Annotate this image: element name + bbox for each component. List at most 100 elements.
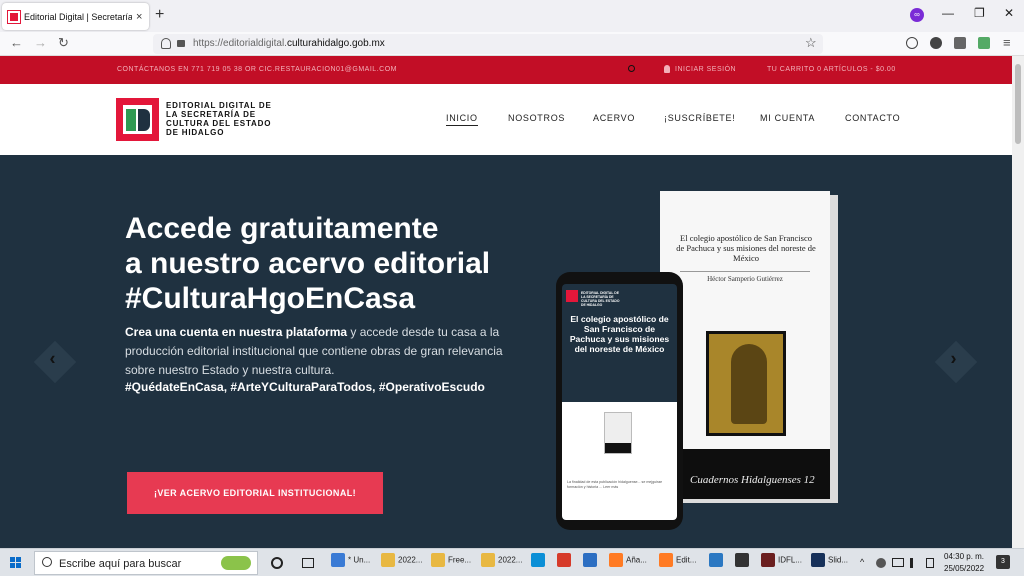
- windows-start-icon[interactable]: [10, 557, 22, 569]
- taskbar-app-4[interactable]: [531, 553, 548, 573]
- taskbar-app-12[interactable]: Slid...: [811, 553, 848, 573]
- nav-acervo[interactable]: ACERVO: [593, 113, 635, 123]
- app-icon: [659, 553, 673, 567]
- user-icon: [664, 65, 670, 73]
- app-icon: [557, 553, 571, 567]
- shield-icon[interactable]: [161, 38, 171, 49]
- browser-nav-bar: ← → ↻ https://editorialdigital.culturahi…: [0, 32, 1024, 56]
- phone-book-thumbnail: [604, 412, 632, 454]
- taskbar-app-9[interactable]: [709, 553, 726, 573]
- app-icon: [609, 553, 623, 567]
- taskbar-app-6[interactable]: [583, 553, 600, 573]
- task-view-icon[interactable]: [302, 558, 314, 568]
- app-icon: [761, 553, 775, 567]
- site-logo[interactable]: [116, 98, 159, 141]
- taskbar-app-0[interactable]: * Un...: [331, 553, 370, 573]
- search-icon: [42, 557, 52, 567]
- network-icon[interactable]: [892, 558, 904, 567]
- app-label: IDFL...: [778, 555, 803, 565]
- notification-icon[interactable]: 3: [996, 555, 1010, 569]
- new-tab-button[interactable]: +: [155, 6, 164, 24]
- minimize-button[interactable]: —: [942, 6, 954, 20]
- app-icon: [381, 553, 395, 567]
- search-icon[interactable]: [628, 65, 635, 72]
- app-label: Edit...: [676, 555, 697, 565]
- addon-icon[interactable]: [978, 37, 990, 49]
- clock-time: 04:30 p. m.: [944, 552, 985, 561]
- login-link[interactable]: INICIAR SESIÓN: [675, 66, 736, 73]
- forward-button[interactable]: →: [34, 35, 47, 50]
- cart-link[interactable]: TU CARRITO 0 ARTÍCULOS - $0.00: [767, 66, 896, 73]
- restore-button[interactable]: ❐: [974, 6, 985, 20]
- pen-icon[interactable]: [926, 558, 934, 568]
- app-label: 2022...: [498, 555, 523, 565]
- nav-inicio[interactable]: INICIO: [446, 113, 478, 126]
- app-icon: [481, 553, 495, 567]
- taskbar-app-11[interactable]: IDFL...: [761, 553, 802, 573]
- nav-contacto[interactable]: CONTACTO: [845, 113, 900, 123]
- phone-logo-text: EDITORIAL DIGITAL DE LA SECRETARÍA DE CU…: [581, 291, 620, 307]
- search-highlight-icon: [221, 556, 251, 570]
- bookmark-star-icon[interactable]: ☆: [805, 35, 817, 51]
- tab-title: Editorial Digital | Secretaría de: [24, 11, 132, 22]
- phone-mockup-image: EDITORIAL DIGITAL DE LA SECRETARÍA DE CU…: [556, 272, 683, 530]
- app-icon: [331, 553, 345, 567]
- hero-hashtags: #QuédateEnCasa, #ArteYCulturaParaTodos, …: [125, 380, 485, 394]
- cortana-icon[interactable]: [271, 557, 283, 569]
- book-illustration: [706, 331, 786, 436]
- nav-mi-cuenta[interactable]: MI CUENTA: [760, 113, 815, 123]
- headline-line-2: a nuestro acervo editorial: [125, 247, 491, 280]
- taskbar-app-1[interactable]: 2022...: [381, 553, 422, 573]
- taskbar-app-10[interactable]: [735, 553, 752, 573]
- search-placeholder: Escribe aquí para buscar: [59, 558, 182, 570]
- prev-slide-button[interactable]: ‹: [33, 340, 77, 384]
- app-icon: [531, 553, 545, 567]
- hero-slider: Accede gratuitamente a nuestro acervo ed…: [0, 155, 1012, 548]
- address-bar[interactable]: https://editorialdigital.culturahidalgo.…: [153, 34, 823, 54]
- lock-icon[interactable]: [177, 40, 185, 47]
- logo-text[interactable]: EDITORIAL DIGITAL DE LA SECRETARÍA DE CU…: [166, 101, 286, 137]
- taskbar-search[interactable]: Escribe aquí para buscar: [34, 551, 258, 575]
- browser-tab[interactable]: Editorial Digital | Secretaría de ×: [2, 3, 149, 30]
- system-clock[interactable]: 04:30 p. m. 25/05/2022: [944, 551, 984, 575]
- pocket-icon[interactable]: [906, 37, 918, 49]
- tray-chevron-icon[interactable]: ^: [860, 557, 864, 567]
- taskbar-app-7[interactable]: Aña...: [609, 553, 647, 573]
- view-collection-button[interactable]: ¡VER ACERVO EDITORIAL INSTITUCIONAL!: [127, 472, 383, 514]
- taskbar-app-2[interactable]: Free...: [431, 553, 471, 573]
- reload-button[interactable]: ↻: [58, 35, 69, 51]
- tray-app-icon[interactable]: [876, 558, 886, 568]
- app-icon: [583, 553, 597, 567]
- contact-info: CONTÁCTANOS EN 771 719 05 38 OR CIC.REST…: [117, 66, 397, 73]
- page-scrollbar[interactable]: [1012, 56, 1024, 548]
- book-series: Cuadernos Hidalguenses 12: [690, 474, 815, 486]
- phone-content: La finalidad de esta publicación hidalgu…: [562, 402, 677, 520]
- app-icon: [709, 553, 723, 567]
- book-title: El colegio apostólico de San Francisco d…: [676, 233, 816, 263]
- back-button[interactable]: ←: [10, 35, 23, 50]
- phone-title: El colegio apostólico de San Francisco d…: [569, 314, 670, 354]
- scroll-thumb[interactable]: [1015, 64, 1021, 144]
- app-icon: [735, 553, 749, 567]
- account-icon[interactable]: ∞: [910, 8, 924, 22]
- volume-icon[interactable]: [910, 558, 920, 568]
- nav-nosotros[interactable]: NOSOTROS: [508, 113, 565, 123]
- next-slide-button[interactable]: ›: [934, 340, 978, 384]
- screenshot-icon[interactable]: [954, 37, 966, 49]
- phone-body-text: La finalidad de esta publicación hidalgu…: [567, 480, 663, 489]
- close-window-button[interactable]: ✕: [1004, 6, 1014, 20]
- browser-tab-bar: Editorial Digital | Secretaría de × + ∞ …: [0, 0, 1024, 32]
- tab-close-icon[interactable]: ×: [136, 11, 142, 23]
- headline-line-3: #CulturaHgoEnCasa: [125, 282, 416, 315]
- menu-icon[interactable]: ≡: [1003, 35, 1011, 50]
- taskbar-app-8[interactable]: Edit...: [659, 553, 696, 573]
- clock-date: 25/05/2022: [944, 564, 985, 573]
- headline-line-1: Accede gratuitamente: [125, 212, 439, 245]
- phone-logo: [566, 290, 578, 302]
- chevron-left-icon: ‹: [49, 348, 56, 369]
- nav-suscribete[interactable]: ¡SUSCRÍBETE!: [664, 113, 735, 123]
- taskbar-app-5[interactable]: [557, 553, 574, 573]
- extension-icon[interactable]: [930, 37, 942, 49]
- site-top-bar: CONTÁCTANOS EN 771 719 05 38 OR CIC.REST…: [0, 56, 1012, 84]
- taskbar-app-3[interactable]: 2022...: [481, 553, 522, 573]
